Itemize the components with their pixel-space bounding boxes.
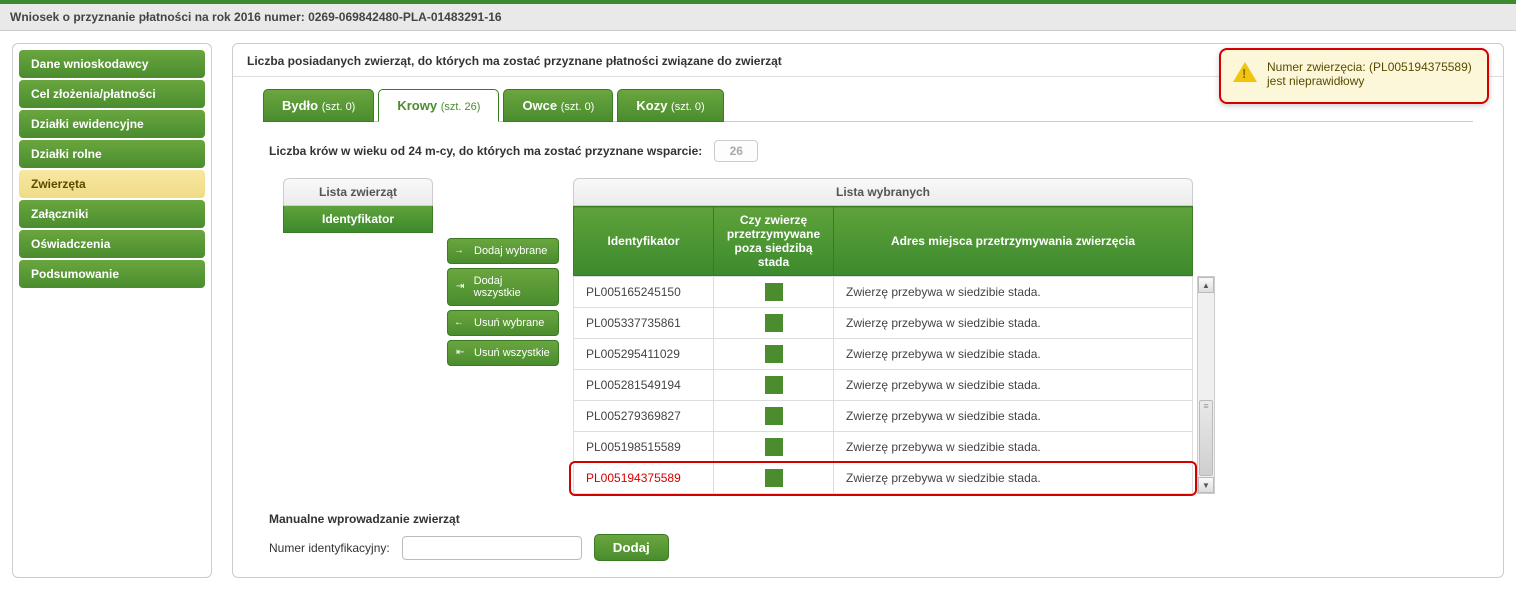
tab-kozy[interactable]: Kozy (szt. 0) bbox=[617, 89, 723, 122]
cell-identyfikator: PL005194375589 bbox=[574, 463, 714, 494]
sidebar-item-1[interactable]: Cel złożenia/płatności bbox=[19, 80, 205, 108]
sidebar-item-4[interactable]: Zwierzęta bbox=[19, 170, 205, 198]
sidebar-item-0[interactable]: Dane wnioskodawcy bbox=[19, 50, 205, 78]
cell-identyfikator: PL005281549194 bbox=[574, 370, 714, 401]
sidebar-item-7[interactable]: Podsumowanie bbox=[19, 260, 205, 288]
sidebar-item-6[interactable]: Oświadczenia bbox=[19, 230, 205, 258]
checkbox-icon[interactable] bbox=[765, 283, 783, 301]
cell-address: Zwierzę przebywa w siedzibie stada. bbox=[834, 463, 1193, 494]
checkbox-icon[interactable] bbox=[765, 376, 783, 394]
cell-address: Zwierzę przebywa w siedzibie stada. bbox=[834, 308, 1193, 339]
cell-address: Zwierzę przebywa w siedzibie stada. bbox=[834, 339, 1193, 370]
cell-identyfikator: PL005295411029 bbox=[574, 339, 714, 370]
cell-address: Zwierzę przebywa w siedzibie stada. bbox=[834, 432, 1193, 463]
toast-text: Numer zwierzęcia: (PL005194375589) jest … bbox=[1267, 60, 1472, 88]
cell-address: Zwierzę przebywa w siedzibie stada. bbox=[834, 370, 1193, 401]
remove-all-button[interactable]: ⇤ Usuń wszystkie bbox=[447, 340, 559, 366]
table-row[interactable]: PL005337735861 Zwierzę przebywa w siedzib… bbox=[574, 308, 1193, 339]
sidebar-item-5[interactable]: Załączniki bbox=[19, 200, 205, 228]
manual-id-label: Numer identyfikacyjny: bbox=[269, 541, 390, 555]
cell-identyfikator: PL005279369827 bbox=[574, 401, 714, 432]
cell-address: Zwierzę przebywa w siedzibie stada. bbox=[834, 401, 1193, 432]
remove-selected-button[interactable]: ← Usuń wybrane bbox=[447, 310, 559, 336]
sidebar: Dane wnioskodawcyCel złożenia/płatnościD… bbox=[12, 43, 212, 578]
col-identyfikator: Identyfikator bbox=[574, 207, 714, 276]
col-outside: Czy zwierzę przetrzymywane poza siedzibą… bbox=[714, 207, 834, 276]
left-list-title: Lista zwierząt bbox=[283, 178, 433, 206]
tab-krowy[interactable]: Krowy (szt. 26) bbox=[378, 89, 499, 122]
cell-outside-check[interactable] bbox=[714, 339, 834, 370]
tab-owce[interactable]: Owce (szt. 0) bbox=[503, 89, 613, 122]
remove-all-label: Usuń wszystkie bbox=[474, 347, 550, 359]
selected-table: Identyfikator Czy zwierzę przetrzymywane… bbox=[573, 206, 1193, 276]
cell-outside-check[interactable] bbox=[714, 463, 834, 494]
table-row[interactable]: PL005279369827 Zwierzę przebywa w siedzib… bbox=[574, 401, 1193, 432]
cell-outside-check[interactable] bbox=[714, 277, 834, 308]
scroll-down-button[interactable]: ▼ bbox=[1198, 477, 1214, 493]
add-all-button[interactable]: ⇥ Dodaj wszystkie bbox=[447, 268, 559, 306]
col-address: Adres miejsca przetrzymywania zwierzęcia bbox=[834, 207, 1193, 276]
arrow-left-icon: ← bbox=[456, 318, 468, 329]
arrow-right-icon: → bbox=[456, 246, 468, 257]
checkbox-icon[interactable] bbox=[765, 469, 783, 487]
scrollbar[interactable]: ▲ ▼ bbox=[1197, 276, 1215, 494]
manual-id-input[interactable] bbox=[402, 536, 582, 560]
cell-identyfikator: PL005337735861 bbox=[574, 308, 714, 339]
add-all-label: Dodaj wszystkie bbox=[474, 275, 550, 299]
checkbox-icon[interactable] bbox=[765, 438, 783, 456]
table-row[interactable]: PL005165245150 Zwierzę przebywa w siedzib… bbox=[574, 277, 1193, 308]
sidebar-item-2[interactable]: Działki ewidencyjne bbox=[19, 110, 205, 138]
manual-add-button[interactable]: Dodaj bbox=[594, 534, 669, 561]
cell-outside-check[interactable] bbox=[714, 308, 834, 339]
cell-outside-check[interactable] bbox=[714, 432, 834, 463]
cell-identyfikator: PL005165245150 bbox=[574, 277, 714, 308]
checkbox-icon[interactable] bbox=[765, 345, 783, 363]
arrow-left-all-icon: ⇤ bbox=[456, 347, 468, 359]
cell-outside-check[interactable] bbox=[714, 401, 834, 432]
scroll-up-button[interactable]: ▲ bbox=[1198, 277, 1214, 293]
arrow-right-all-icon: ⇥ bbox=[456, 281, 468, 293]
checkbox-icon[interactable] bbox=[765, 407, 783, 425]
warning-icon bbox=[1233, 62, 1257, 82]
main-panel: Liczba posiadanych zwierząt, do których … bbox=[232, 43, 1504, 578]
cell-address: Zwierzę przebywa w siedzibie stada. bbox=[834, 277, 1193, 308]
cell-outside-check[interactable] bbox=[714, 370, 834, 401]
page-title: Wniosek o przyznanie płatności na rok 20… bbox=[0, 0, 1516, 31]
table-row[interactable]: PL005194375589 Zwierzę przebywa w siedzib… bbox=[574, 463, 1193, 494]
tab-bydło[interactable]: Bydło (szt. 0) bbox=[263, 89, 374, 122]
checkbox-icon[interactable] bbox=[765, 314, 783, 332]
scroll-thumb[interactable] bbox=[1199, 400, 1213, 476]
right-list-title: Lista wybranych bbox=[573, 178, 1193, 206]
table-row[interactable]: PL005295411029 Zwierzę przebywa w siedzib… bbox=[574, 339, 1193, 370]
add-selected-label: Dodaj wybrane bbox=[474, 245, 547, 257]
table-row[interactable]: PL005198515589 Zwierzę przebywa w siedzib… bbox=[574, 432, 1193, 463]
error-toast: Numer zwierzęcia: (PL005194375589) jest … bbox=[1219, 48, 1489, 104]
add-selected-button[interactable]: → Dodaj wybrane bbox=[447, 238, 559, 264]
left-column-header: Identyfikator bbox=[283, 206, 433, 233]
age-count-label: Liczba krów w wieku od 24 m-cy, do który… bbox=[269, 144, 702, 158]
remove-selected-label: Usuń wybrane bbox=[474, 317, 544, 329]
cell-identyfikator: PL005198515589 bbox=[574, 432, 714, 463]
age-count-value: 26 bbox=[714, 140, 758, 162]
sidebar-item-3[interactable]: Działki rolne bbox=[19, 140, 205, 168]
manual-entry-title: Manualne wprowadzanie zwierząt bbox=[269, 512, 1473, 526]
table-row[interactable]: PL005281549194 Zwierzę przebywa w siedzib… bbox=[574, 370, 1193, 401]
